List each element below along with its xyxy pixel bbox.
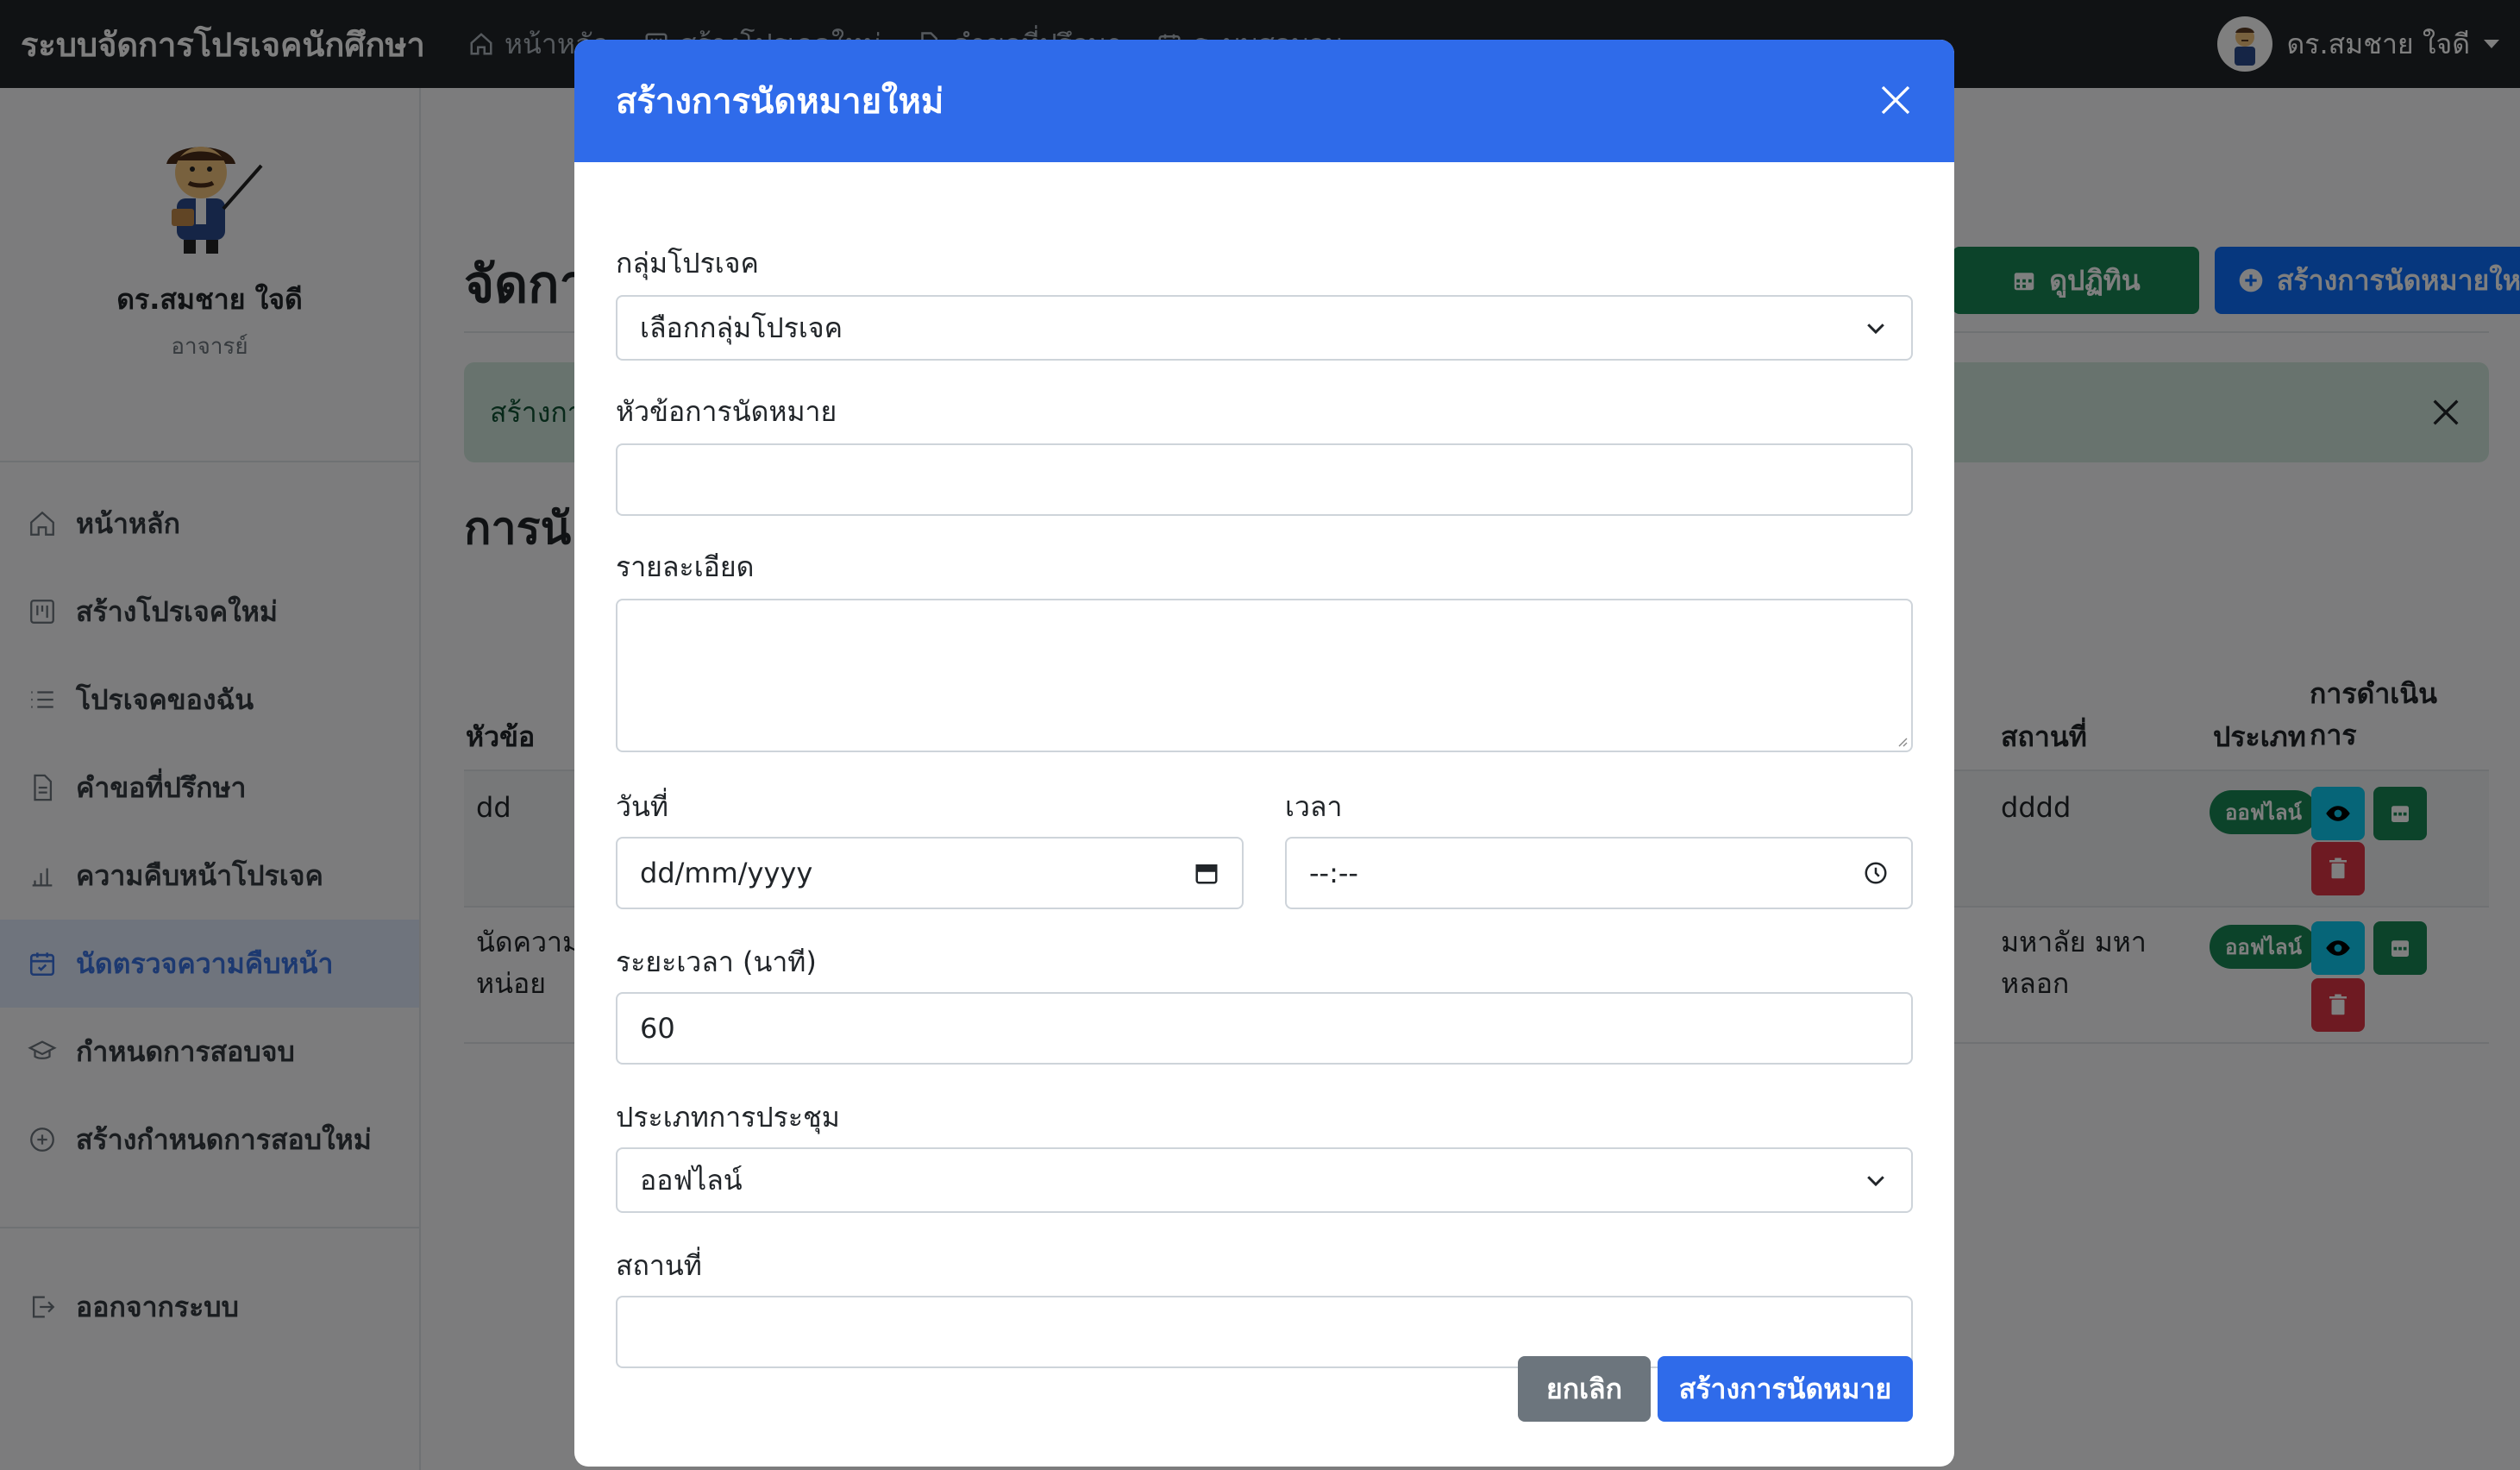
- create-appointment-button[interactable]: สร้างการนัดหมาย: [1658, 1356, 1913, 1422]
- topic-input[interactable]: [616, 443, 1913, 516]
- calendar-icon[interactable]: [1194, 860, 1219, 886]
- clock-icon[interactable]: [1863, 860, 1889, 886]
- time-label: เวลา: [1285, 790, 1343, 823]
- topic-label: หัวข้อการนัดหมาย: [616, 395, 837, 428]
- modal-title: สร้างการนัดหมายใหม่: [616, 82, 944, 122]
- cancel-button[interactable]: ยกเลิก: [1518, 1356, 1651, 1422]
- duration-value: 60: [640, 1012, 675, 1045]
- chevron-down-icon: [1867, 324, 1884, 335]
- date-input[interactable]: dd/mm/yyyy: [616, 837, 1244, 909]
- duration-input[interactable]: 60: [616, 992, 1913, 1065]
- time-input[interactable]: --:--: [1285, 837, 1913, 909]
- meeting-type-value: ออฟไลน์: [640, 1163, 743, 1197]
- time-placeholder: --:--: [1309, 857, 1358, 889]
- date-placeholder: dd/mm/yyyy: [640, 857, 813, 889]
- meeting-type-label: ประเภทการประชุม: [616, 1101, 840, 1134]
- new-appointment-modal: สร้างการนัดหมายใหม่ กลุ่มโปรเจค เลือกกลุ…: [574, 40, 1954, 1467]
- meeting-type-select[interactable]: ออฟไลน์: [616, 1147, 1913, 1213]
- chevron-down-icon: [1867, 1176, 1884, 1187]
- modal-header: สร้างการนัดหมายใหม่: [574, 40, 1954, 162]
- detail-textarea[interactable]: [616, 599, 1913, 752]
- location-label: สถานที่: [616, 1249, 702, 1282]
- close-icon[interactable]: [1878, 83, 1913, 117]
- resize-handle-icon[interactable]: [1894, 733, 1908, 747]
- project-group-label: กลุ่มโปรเจค: [616, 247, 759, 280]
- project-group-select[interactable]: เลือกกลุ่มโปรเจค: [616, 295, 1913, 361]
- project-group-value: เลือกกลุ่มโปรเจค: [640, 311, 843, 344]
- duration-label: ระยะเวลา (นาที): [616, 945, 817, 978]
- date-label: วันที่: [616, 790, 668, 823]
- detail-label: รายละเอียด: [616, 550, 755, 583]
